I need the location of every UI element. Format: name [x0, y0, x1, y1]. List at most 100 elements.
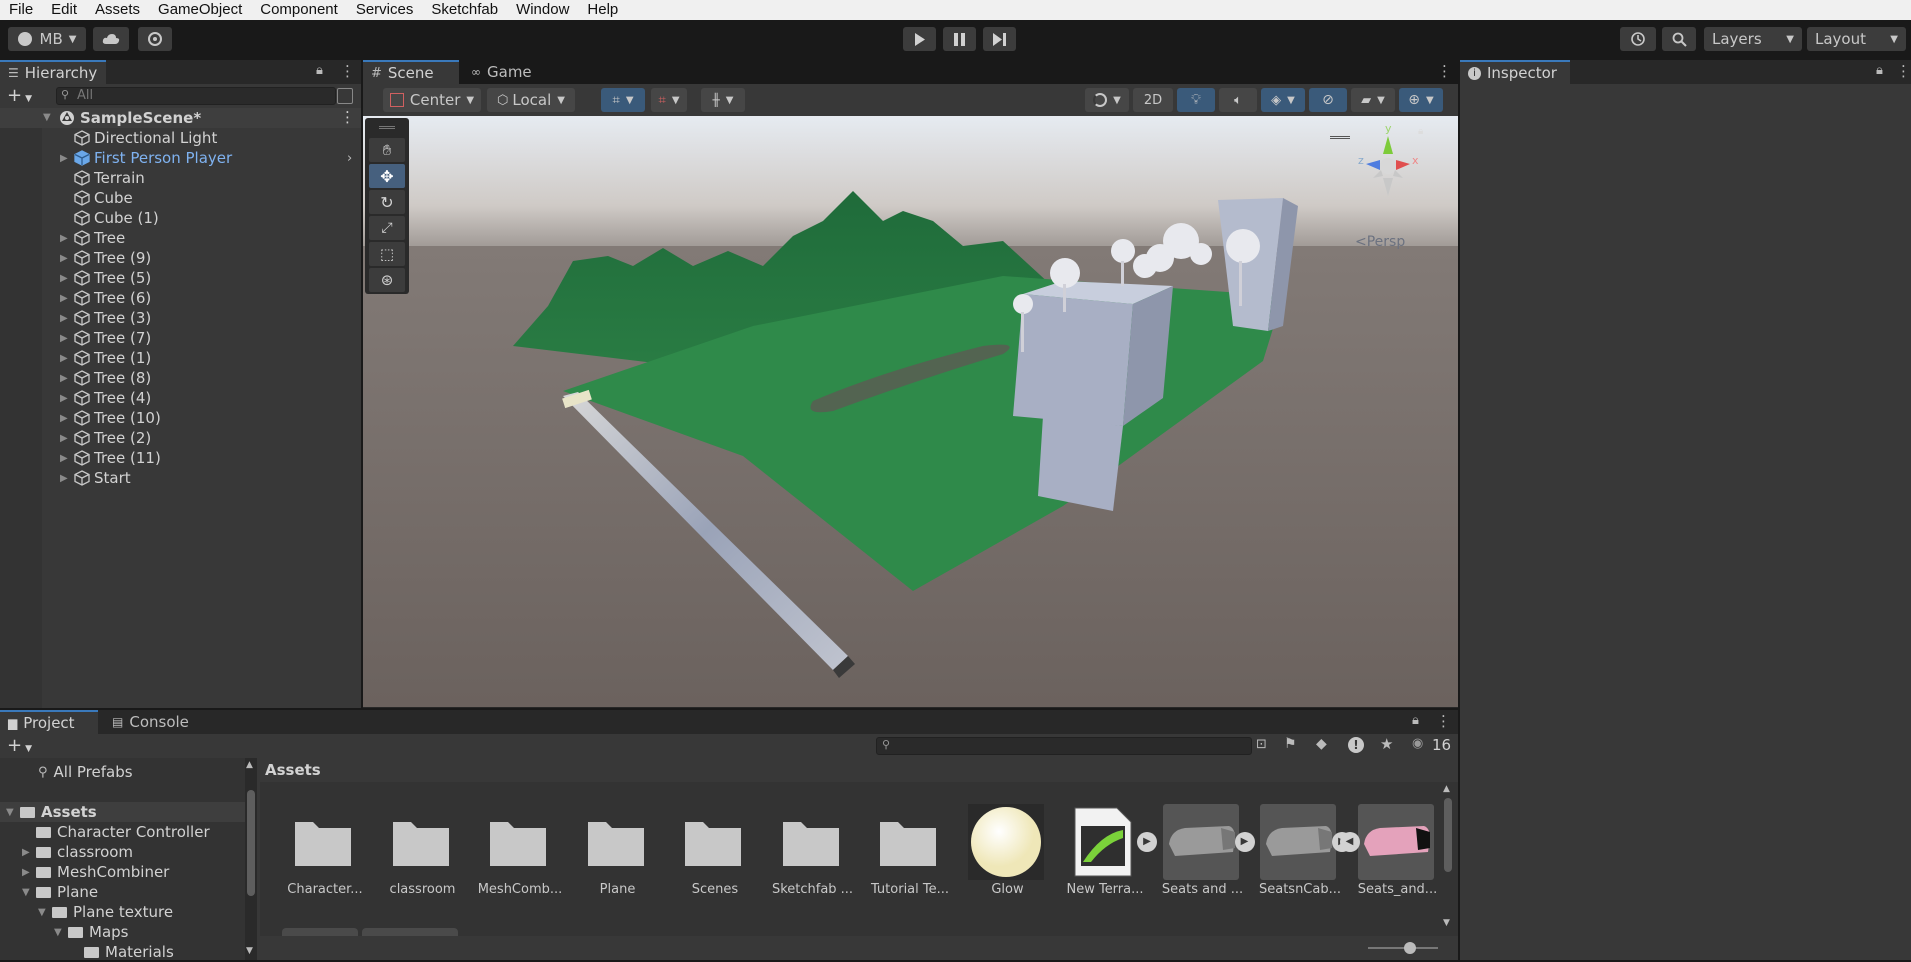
asset-item[interactable]: ▶ Seats and ... [1157, 798, 1255, 898]
folder-tree-item[interactable]: ▼ Maps [0, 922, 245, 942]
breadcrumb-assets[interactable]: Assets [265, 761, 321, 779]
tab-game[interactable]: ∞ Game [463, 60, 543, 84]
expand-prefab-icon[interactable]: ▶ [1234, 832, 1255, 852]
tag-icon[interactable]: ◆ [1316, 736, 1327, 752]
hierarchy-item[interactable]: ▶ Tree (1) [0, 348, 361, 368]
audio-toggle[interactable]: 🔈︎ [1219, 88, 1257, 112]
hierarchy-item[interactable]: ▶ Tree (5) [0, 268, 361, 288]
hierarchy-item[interactable]: ▶ Tree (3) [0, 308, 361, 328]
cloud-button[interactable] [93, 27, 129, 51]
expand-arrow-icon[interactable]: ▶ [22, 867, 36, 878]
expand-arrow-icon[interactable]: ▶ [60, 273, 74, 284]
hierarchy-item[interactable]: Cube (1) [0, 208, 361, 228]
lock-icon[interactable]: 🔒︎ [316, 63, 323, 78]
scale-tool-button[interactable]: ⤢ [369, 216, 405, 240]
scene-viewport[interactable]: ✋︎ ✥ ↻ ⤢ ⬚ ⊛ y x z 🔒︎ <Persp [363, 116, 1458, 707]
rect-tool-button[interactable]: ⬚ [369, 242, 405, 266]
scene-root-row[interactable]: ▼ SampleScene* ⋮ [0, 108, 361, 128]
tab-inspector[interactable]: i Inspector [1460, 60, 1570, 84]
menu-item-edit[interactable]: Edit [42, 0, 86, 20]
filter-type-icon[interactable]: ⚑ [1284, 736, 1297, 752]
play-button[interactable] [903, 27, 936, 51]
hierarchy-item[interactable]: ▶ Tree (8) [0, 368, 361, 388]
hierarchy-item[interactable]: ▶ Tree [0, 228, 361, 248]
more-icon[interactable]: ⋮ [1437, 62, 1452, 80]
shading-dropdown[interactable]: ▼ [1085, 88, 1129, 112]
search-by-type-icon[interactable]: ⊡ [1256, 737, 1267, 752]
tab-scene[interactable]: # Scene [363, 60, 459, 84]
tab-hierarchy[interactable]: ☰ Hierarchy [0, 60, 106, 84]
pause-button[interactable] [943, 27, 976, 51]
effects-dropdown[interactable]: ◈ ▼ [1261, 88, 1305, 112]
menu-item-window[interactable]: Window [507, 0, 578, 20]
asset-item[interactable]: Tutorial Te... [864, 798, 956, 898]
scroll-up-icon[interactable]: ▲ [1443, 784, 1450, 794]
folder-tree-item[interactable]: Character Controller [0, 822, 245, 842]
expand-arrow-icon[interactable]: ▼ [38, 907, 52, 918]
asset-item[interactable]: MeshComb... [474, 798, 566, 898]
create-dropdown[interactable]: + ▼ [7, 735, 32, 756]
expand-arrow-icon[interactable]: ▶ [60, 453, 74, 464]
asset-item[interactable]: Plane [572, 798, 664, 898]
scroll-down-icon[interactable]: ▼ [1443, 918, 1450, 928]
lock-icon[interactable]: 🔒︎ [1412, 713, 1419, 728]
asset-item[interactable]: ▶ New Terra... [1059, 798, 1157, 898]
account-dropdown[interactable]: MB ▼ [8, 27, 86, 51]
project-search-input[interactable]: ⚲ [876, 737, 1252, 755]
create-dropdown[interactable]: + ▼ [7, 85, 32, 106]
toggle-2d-button[interactable]: 2D [1133, 88, 1173, 112]
transform-tool-button[interactable]: ⊛ [369, 268, 405, 292]
scroll-up-icon[interactable]: ▲ [246, 760, 253, 770]
collab-button[interactable] [138, 27, 172, 51]
scene-search-icon[interactable] [337, 88, 353, 104]
hierarchy-item[interactable]: Cube [0, 188, 361, 208]
expand-arrow-icon[interactable]: ▶ [60, 313, 74, 324]
menu-item-file[interactable]: File [0, 0, 42, 20]
ruler-button[interactable]: ╫ ▼ [701, 88, 745, 112]
asset-item[interactable]: ◀ Seats_and... [1339, 798, 1444, 898]
folder-tree-item[interactable]: ▼ Plane texture [0, 902, 245, 922]
hierarchy-item[interactable]: ▶ Tree (11) [0, 448, 361, 468]
more-icon[interactable]: ⋮ [340, 62, 355, 80]
hierarchy-search-input[interactable]: ⚲ All [56, 87, 336, 105]
asset-item[interactable]: ▶SeatsnCab... [1254, 798, 1352, 898]
grid-snap-button[interactable]: ⌗ ▼ [601, 88, 645, 112]
hierarchy-item[interactable]: ▶ First Person Player › [0, 148, 361, 168]
scroll-down-icon[interactable]: ▼ [246, 946, 253, 956]
hierarchy-item[interactable]: ▶ Tree (10) [0, 408, 361, 428]
menu-item-gameobject[interactable]: GameObject [149, 0, 251, 20]
menu-item-assets[interactable]: Assets [86, 0, 149, 20]
increment-snap-button[interactable]: ⌗ ▼ [651, 88, 687, 112]
star-icon[interactable]: ★ [1380, 735, 1393, 753]
eye-icon[interactable]: ◉ [1412, 736, 1423, 751]
history-button[interactable] [1620, 27, 1656, 51]
layout-dropdown[interactable]: Layout ▼ [1807, 27, 1906, 51]
hierarchy-item[interactable]: Directional Light [0, 128, 361, 148]
tab-project[interactable]: ▆ Project [0, 710, 98, 734]
warning-icon[interactable]: ! [1348, 737, 1364, 753]
hierarchy-item[interactable]: ▶ Tree (4) [0, 388, 361, 408]
gizmo-handle[interactable] [1330, 136, 1350, 139]
asset-item[interactable]: Sketchfab ... [767, 798, 859, 898]
asset-scrollbar[interactable]: ▲ ▼ [1442, 784, 1454, 934]
padlock-icon[interactable]: 🔒︎ [1418, 126, 1423, 137]
chevron-right-icon[interactable]: › [347, 151, 352, 166]
folder-tree-item[interactable]: ▼ Plane [0, 882, 245, 902]
zoom-slider[interactable] [1368, 942, 1438, 954]
folder-tree-item[interactable]: ▶ classroom [0, 842, 245, 862]
more-icon[interactable]: ⋮ [340, 108, 355, 126]
hand-tool-button[interactable]: ✋︎ [369, 138, 405, 162]
menu-item-help[interactable]: Help [578, 0, 627, 20]
zoom-slider-thumb[interactable] [1404, 942, 1416, 954]
hierarchy-item[interactable]: ▶ Tree (6) [0, 288, 361, 308]
expand-arrow-icon[interactable]: ▶ [60, 353, 74, 364]
expand-prefab-icon[interactable]: ▶ [1137, 832, 1157, 852]
hierarchy-item[interactable]: ▶ Tree (2) [0, 428, 361, 448]
asset-item[interactable]: classroom [377, 798, 469, 898]
palette-handle[interactable] [379, 126, 395, 129]
expand-arrow-icon[interactable]: ▶ [22, 847, 36, 858]
lock-icon[interactable]: 🔒︎ [1876, 63, 1883, 78]
hierarchy-item[interactable]: ▶ Start [0, 468, 361, 488]
expand-arrow-icon[interactable]: ▼ [54, 927, 68, 938]
space-dropdown[interactable]: ⬡ Local ▼ [487, 88, 575, 112]
